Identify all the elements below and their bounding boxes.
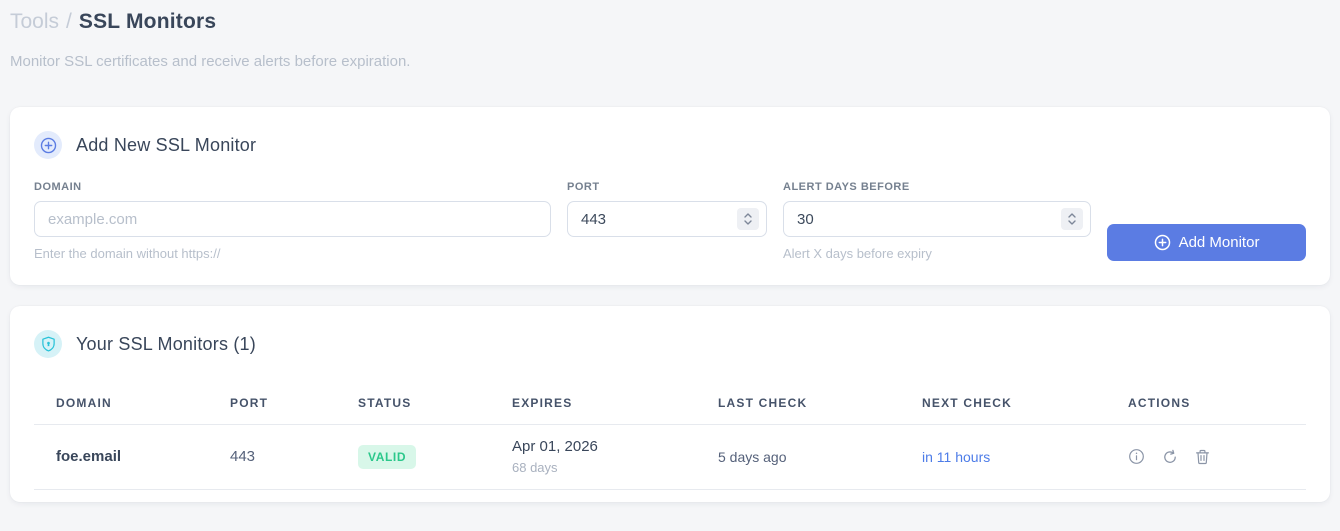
chevron-up-down-icon <box>744 213 752 225</box>
monitor-expires-cell: Apr 01, 2026 68 days <box>490 424 696 490</box>
add-card-title: Add New SSL Monitor <box>76 134 257 155</box>
alert-days-helper-text: Alert X days before expiry <box>783 246 932 261</box>
domain-label: DOMAIN <box>34 181 82 193</box>
port-label: PORT <box>567 181 600 193</box>
status-badge: VALID <box>358 444 417 469</box>
breadcrumb-tools-link[interactable]: Tools <box>10 10 59 33</box>
info-icon[interactable] <box>1128 448 1145 465</box>
alert-days-input[interactable] <box>783 201 1091 237</box>
domain-helper-text: Enter the domain without https:// <box>34 246 221 261</box>
domain-field-group: DOMAIN Enter the domain without https:// <box>34 181 551 261</box>
add-monitor-button[interactable]: Add Monitor <box>1107 224 1306 261</box>
column-header-status: STATUS <box>336 384 490 425</box>
list-card-title: Your SSL Monitors (1) <box>76 333 256 354</box>
monitor-status-cell: VALID <box>336 424 490 490</box>
trash-icon[interactable] <box>1195 449 1210 465</box>
alert-days-stepper[interactable] <box>1061 208 1083 230</box>
expires-date: Apr 01, 2026 <box>512 438 598 455</box>
chevron-up-down-icon <box>1068 213 1076 225</box>
monitor-last-check: 5 days ago <box>696 424 900 490</box>
table-row: foe.email 443 VALID Apr 01, 2026 68 days… <box>34 424 1306 490</box>
monitors-list-card: Your SSL Monitors (1) DOMAIN PORT STATUS… <box>10 306 1330 502</box>
add-monitor-card: Add New SSL Monitor DOMAIN Enter the dom… <box>10 107 1330 285</box>
alert-days-field-group: ALERT DAYS BEFORE Alert X days before ex… <box>783 181 1091 261</box>
page-subtitle: Monitor SSL certificates and receive ale… <box>10 53 411 70</box>
column-header-expires: EXPIRES <box>490 384 696 425</box>
expires-days-remaining: 68 days <box>512 460 558 475</box>
monitors-table: DOMAIN PORT STATUS EXPIRES LAST CHECK NE… <box>34 384 1306 490</box>
monitor-port: 443 <box>208 424 336 490</box>
column-header-port: PORT <box>208 384 336 425</box>
ssl-monitors-page: Tools / SSL Monitors Monitor SSL certifica… <box>0 0 1340 502</box>
page-title: SSL Monitors <box>78 10 217 33</box>
list-card-header: Your SSL Monitors (1) <box>34 330 1306 358</box>
plus-circle-icon <box>1154 234 1170 251</box>
breadcrumb: Tools / SSL Monitors <box>10 8 1330 36</box>
monitor-actions-cell <box>1106 424 1306 490</box>
column-header-actions: ACTIONS <box>1106 384 1306 425</box>
add-monitor-form: DOMAIN Enter the domain without https://… <box>34 181 1306 261</box>
port-field-group: PORT <box>567 181 767 237</box>
plus-circle-icon <box>34 131 62 159</box>
column-header-last-check: LAST CHECK <box>696 384 900 425</box>
column-header-next-check: NEXT CHECK <box>900 384 1106 425</box>
add-monitor-button-label: Add Monitor <box>1178 234 1260 251</box>
domain-input[interactable] <box>34 201 551 237</box>
refresh-icon[interactable] <box>1162 449 1178 465</box>
monitor-next-check: in 11 hours <box>900 424 1106 490</box>
breadcrumb-separator: / <box>66 10 72 33</box>
submit-column: Add Monitor <box>1107 181 1306 261</box>
shield-icon <box>34 330 62 358</box>
monitor-domain: foe.email <box>34 424 208 490</box>
column-header-domain: DOMAIN <box>34 384 208 425</box>
alert-days-label: ALERT DAYS BEFORE <box>783 181 910 193</box>
table-header-row: DOMAIN PORT STATUS EXPIRES LAST CHECK NE… <box>34 384 1306 425</box>
add-card-header: Add New SSL Monitor <box>34 131 1306 159</box>
port-stepper[interactable] <box>737 208 759 230</box>
